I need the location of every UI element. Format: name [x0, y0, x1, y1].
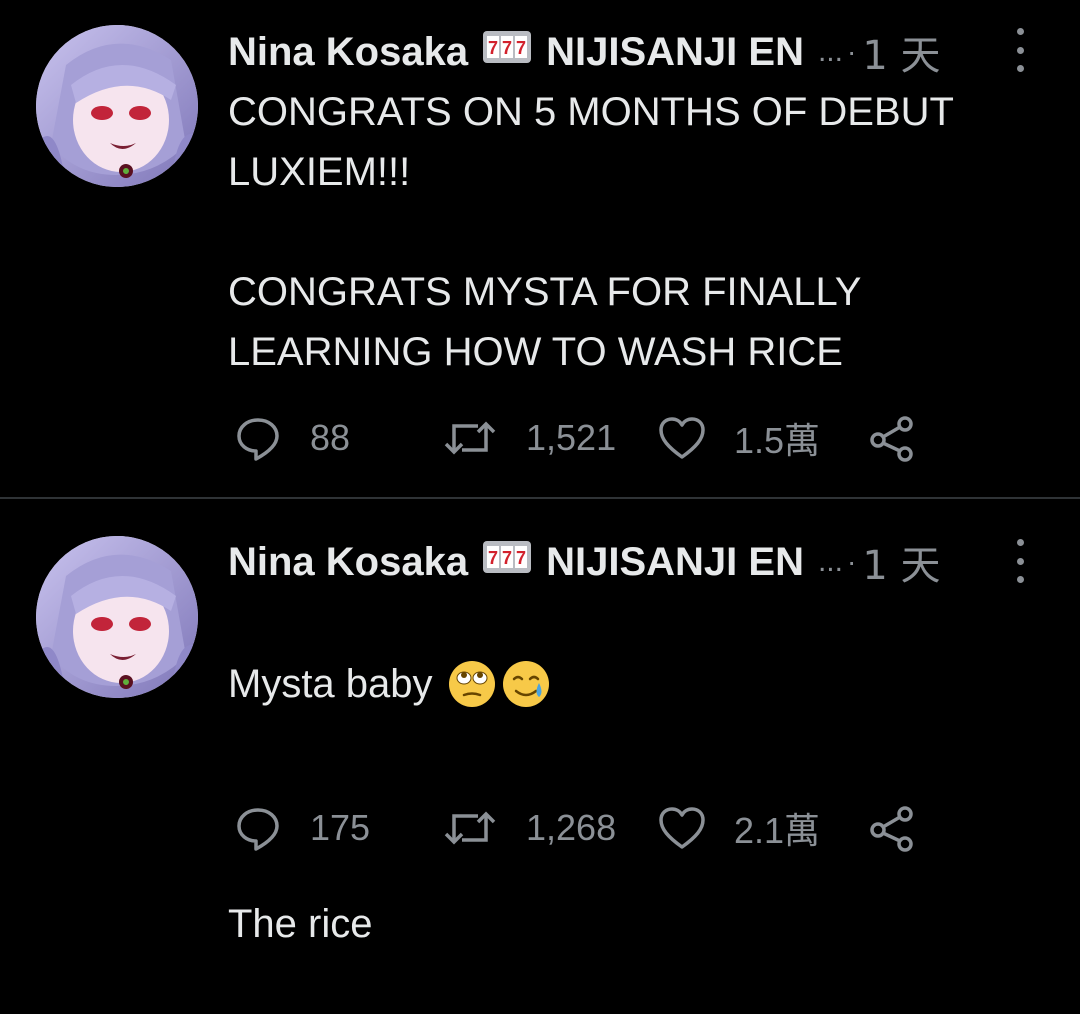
- avatar-image: [36, 25, 198, 187]
- timestamp[interactable]: 1 天: [862, 533, 940, 591]
- svg-text:7: 7: [502, 38, 512, 58]
- avatar-image: [36, 536, 198, 698]
- author-name[interactable]: Nina Kosaka: [228, 30, 468, 75]
- svg-text:7: 7: [488, 38, 498, 58]
- like-button[interactable]: 1.5萬: [658, 413, 820, 463]
- retweet-icon: [444, 421, 496, 455]
- tweet[interactable]: Nina Kosaka 7 7 7 NIJISANJI EN ... · 1 天…: [0, 0, 1080, 497]
- smiling-face-with-tear-icon: [502, 661, 549, 707]
- svg-text:7: 7: [488, 548, 498, 568]
- retweet-icon: [444, 811, 496, 845]
- like-icon: [659, 417, 705, 459]
- reply-button[interactable]: 88: [234, 413, 350, 463]
- share-icon: [870, 416, 913, 462]
- author-handle[interactable]: NIJISANJI EN: [546, 30, 804, 75]
- author-handle[interactable]: NIJISANJI EN: [546, 540, 804, 585]
- tweet-actions: 88 1,521 1.5萬: [234, 413, 934, 463]
- timestamp[interactable]: 1 天: [862, 23, 940, 81]
- like-count: 2.1萬: [734, 810, 821, 851]
- avatar[interactable]: [36, 536, 198, 698]
- retweet-count: 1,521: [526, 417, 617, 458]
- reply-icon: [237, 808, 279, 851]
- reply-button[interactable]: 175: [234, 803, 370, 853]
- tweet[interactable]: Nina Kosaka 7 7 7 NIJISANJI EN ... · 1 天…: [0, 499, 1080, 946]
- author-name[interactable]: Nina Kosaka: [228, 540, 468, 585]
- retweet-button[interactable]: 1,268: [442, 803, 616, 853]
- tweet-header: Nina Kosaka 7 7 7 NIJISANJI EN ... · 1 天: [228, 23, 1038, 81]
- reply-icon: [237, 418, 279, 461]
- truncation-ellipsis: ...: [817, 545, 843, 578]
- reply-count: 88: [310, 417, 351, 458]
- svg-text:7: 7: [516, 548, 526, 568]
- retweet-count: 1,268: [526, 807, 617, 848]
- slot-machine-icon: 7 7 7: [482, 539, 532, 585]
- more-icon[interactable]: [1010, 28, 1030, 72]
- avatar[interactable]: [36, 25, 198, 187]
- retweet-button[interactable]: 1,521: [442, 413, 616, 463]
- svg-text:7: 7: [516, 38, 526, 58]
- tweet-header: Nina Kosaka 7 7 7 NIJISANJI EN ... · 1 天: [228, 533, 1038, 591]
- like-count: 1.5萬: [734, 420, 821, 461]
- like-icon: [659, 807, 705, 849]
- separator: ·: [846, 546, 857, 577]
- more-icon[interactable]: [1010, 539, 1030, 583]
- tweet-text-line: The rice: [228, 902, 373, 946]
- separator: ·: [846, 36, 857, 67]
- slot-machine-icon: 7 7 7: [482, 29, 532, 75]
- like-button[interactable]: 2.1萬: [658, 803, 820, 853]
- share-icon: [870, 806, 913, 852]
- tweet-text-line: Mysta baby: [228, 662, 433, 706]
- share-button[interactable]: [868, 413, 916, 463]
- tweet-text: CONGRATS ON 5 MONTHS OF DEBUT LUXIEM!!! …: [228, 90, 954, 374]
- tweet-actions: 175 1,268 2.1萬: [234, 803, 934, 853]
- truncation-ellipsis: ...: [817, 35, 843, 68]
- face-with-rolling-eyes-icon: [448, 661, 495, 707]
- share-button[interactable]: [868, 803, 916, 853]
- svg-text:7: 7: [502, 548, 512, 568]
- reply-count: 175: [310, 807, 371, 848]
